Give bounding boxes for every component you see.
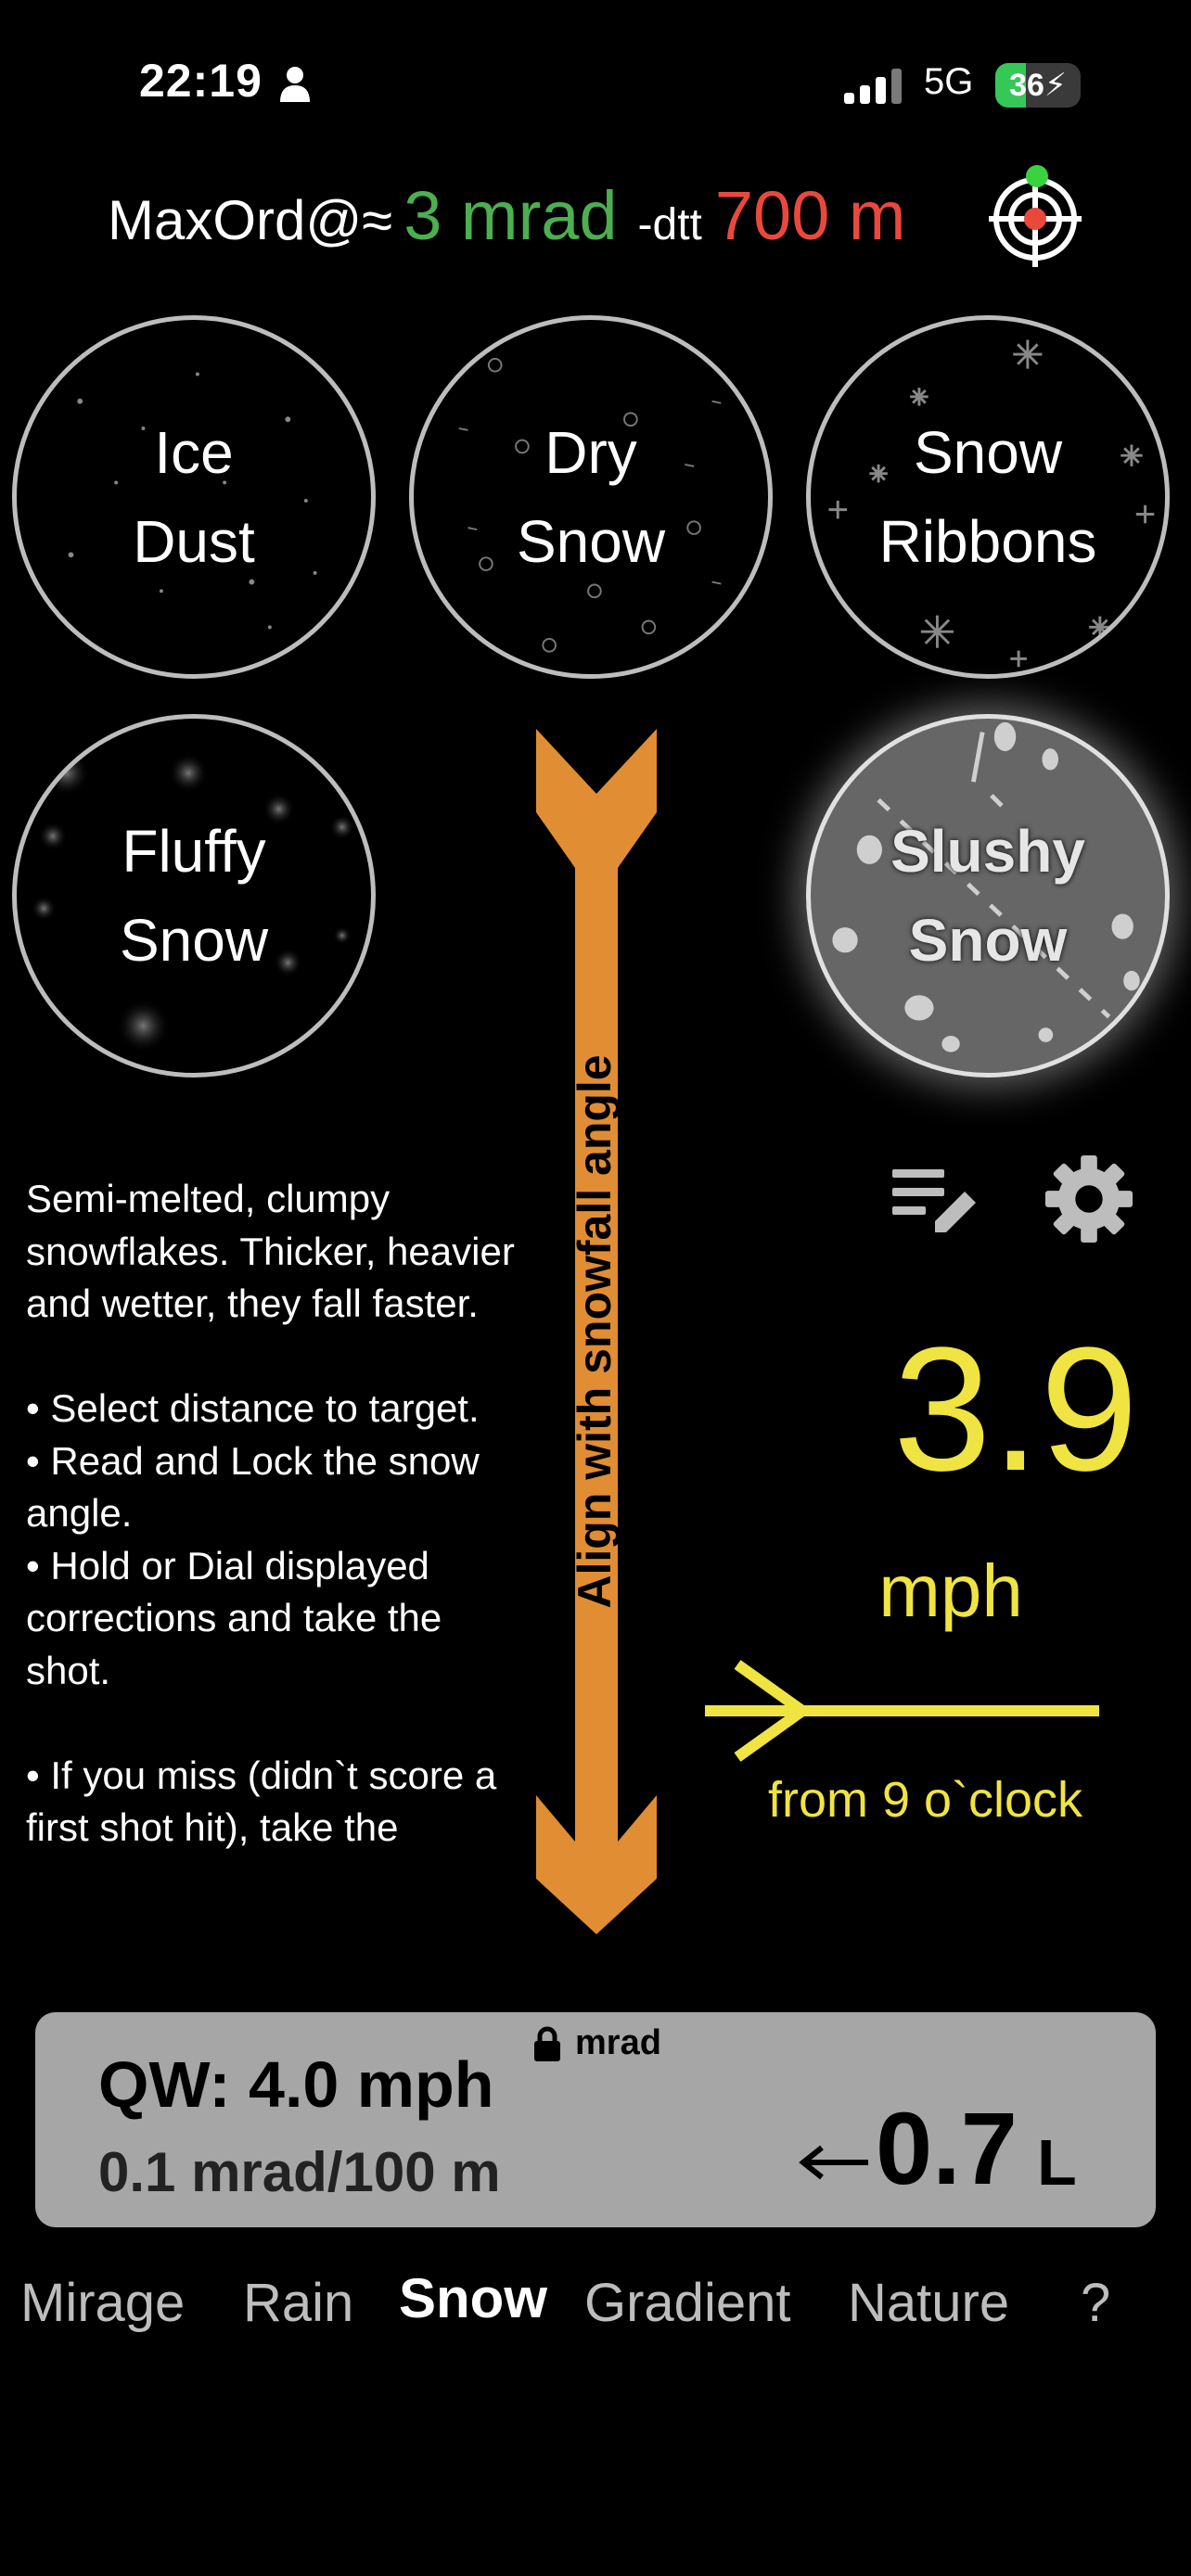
quartering-wind-subvalue: 0.1 mrad/100 m [98, 2141, 501, 2203]
tab-mirage[interactable]: Mirage [20, 2272, 185, 2334]
max-ordinate-header: MaxOrd@≈ 3 mrad -dtt 700 m [108, 176, 906, 260]
snow-type-line2: Ribbons [878, 508, 1097, 575]
max-ordinate-value: 3 mrad [403, 177, 618, 254]
lock-icon [534, 2026, 560, 2061]
battery-percent: 36 [1009, 68, 1044, 103]
lock-unit-group[interactable]: mrad [532, 2023, 661, 2063]
status-time: 22:19 [139, 55, 263, 107]
max-ordinate-label: MaxOrd@≈ [108, 189, 393, 251]
snow-type-line2: Snow [908, 907, 1068, 974]
correction-panel[interactable]: mrad QW: 4.0 mph 0.1 mrad/100 m 0.7 L [35, 2012, 1156, 2227]
arrow-left-icon [799, 2145, 868, 2180]
charging-bolt-icon: ⚡ [1044, 68, 1067, 103]
snow-type-line1: Dry [544, 419, 637, 486]
cellular-signal-icon [844, 69, 902, 104]
correction-direction: L [1037, 2126, 1077, 2199]
dtt-label: -dtt [637, 200, 702, 249]
network-label: 5G [924, 61, 974, 102]
snow-type-line1: Snow [913, 419, 1063, 486]
snow-type-snow-ribbons[interactable]: Snow Ribbons [806, 315, 1170, 679]
snow-type-line1: Slushy [890, 818, 1085, 885]
snow-type-fluffy-snow[interactable]: Fluffy Snow [12, 714, 376, 1078]
snow-type-line2: Dust [133, 508, 255, 575]
person-icon [280, 67, 310, 102]
correction-value: 0.7 [876, 2092, 1018, 2206]
snow-type-line2: Snow [119, 907, 269, 974]
quartering-wind-value: QW: 4.0 mph [98, 2048, 494, 2121]
battery-indicator: 36⚡ [995, 63, 1081, 108]
snow-type-line1: Fluffy [122, 818, 266, 885]
wind-speed-unit: mph [878, 1549, 1023, 1632]
wind-direction-arrow-icon [705, 1660, 1099, 1762]
snow-type-line2: Snow [516, 508, 666, 575]
snow-type-slushy-snow[interactable]: Slushy Snow [806, 714, 1170, 1078]
snow-type-line1: Ice [154, 419, 234, 486]
lock-unit-label: mrad [575, 2023, 661, 2062]
wind-direction-label: from 9 o`clock [767, 1772, 1083, 1828]
snow-type-dry-snow[interactable]: Dry Snow [409, 315, 773, 679]
bottom-tab-bar: Mirage Rain Snow Gradient Nature ? [0, 2267, 1191, 2365]
tab-gradient[interactable]: Gradient [584, 2272, 790, 2334]
snow-type-ice-dust[interactable]: Ice Dust [12, 315, 376, 679]
target-crosshair-icon[interactable] [989, 165, 1085, 267]
wind-speed-value: 3.9 [892, 1311, 1139, 1508]
distance-value[interactable]: 700 m [715, 176, 906, 255]
snowfall-angle-arrow[interactable]: Align with snowfall angle [536, 729, 657, 1934]
gear-icon[interactable] [1044, 1154, 1134, 1244]
notes-edit-icon[interactable] [889, 1164, 978, 1243]
tab-snow[interactable]: Snow [399, 2266, 547, 2330]
snow-type-description: Semi-melted, clumpy snowflakes. Thicker,… [26, 1177, 515, 1849]
tab-help[interactable]: ? [1081, 2272, 1110, 2334]
tab-rain[interactable]: Rain [243, 2272, 353, 2334]
tab-nature[interactable]: Nature [848, 2272, 1009, 2334]
snowfall-angle-label: Align with snowfall angle [569, 1054, 621, 1608]
